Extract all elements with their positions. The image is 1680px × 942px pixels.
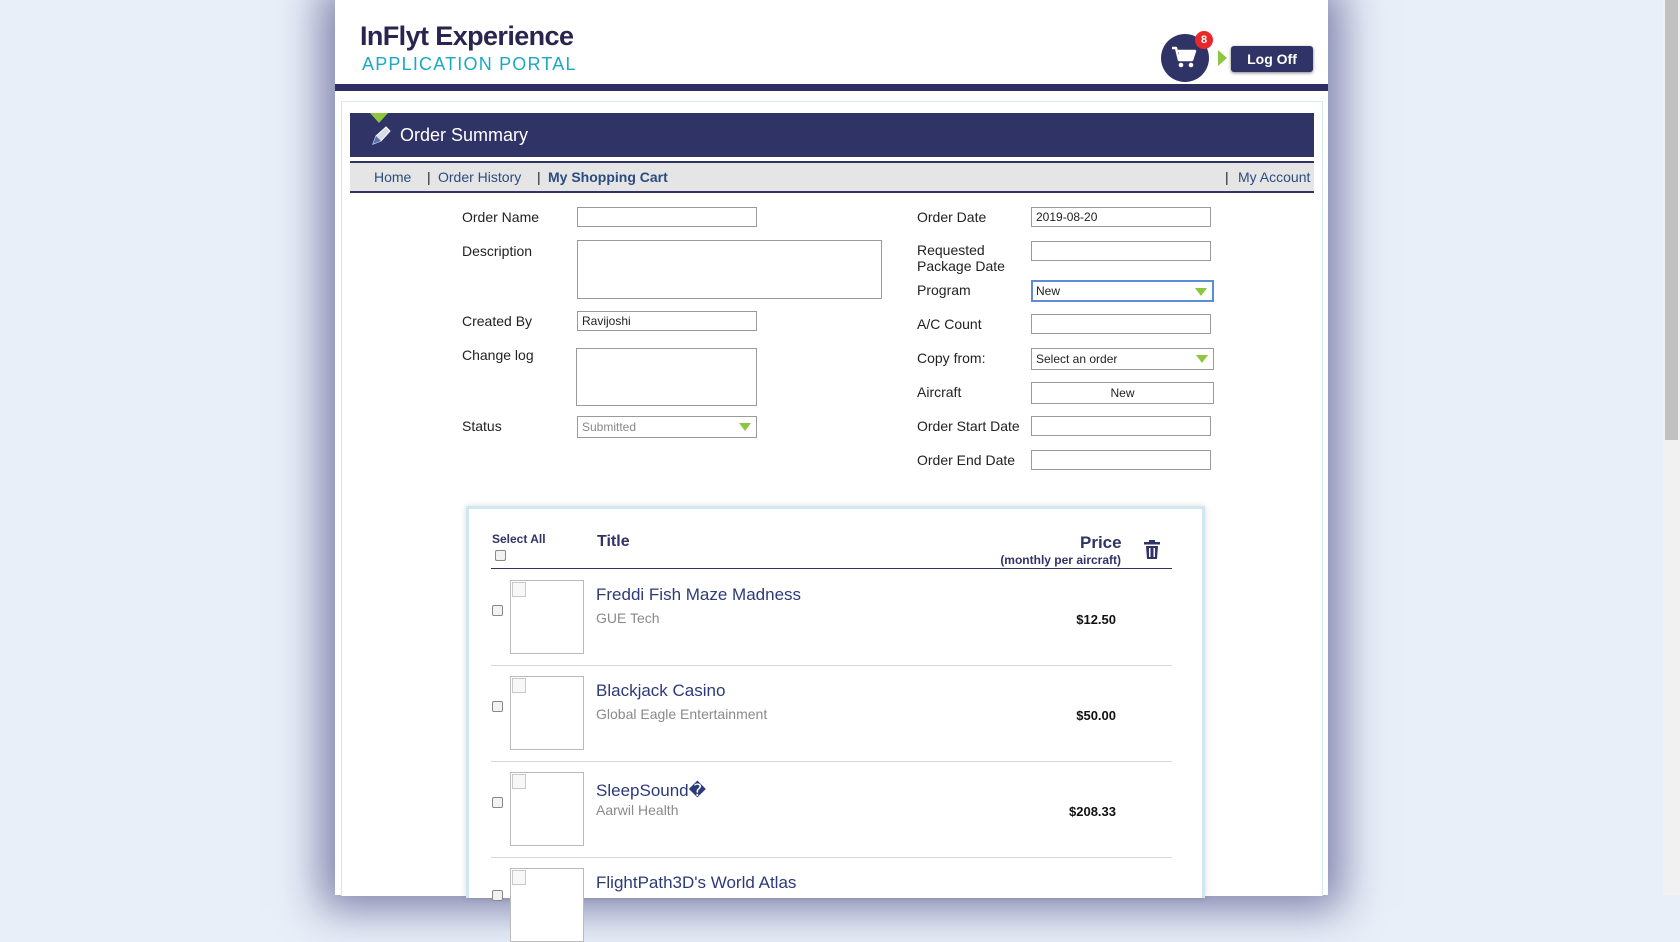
broken-image-icon: [512, 774, 526, 789]
nav-separator: |: [537, 169, 541, 185]
aircraft-label: Aircraft: [917, 384, 962, 400]
broken-image-icon: [512, 582, 526, 597]
item-vendor: Global Eagle Entertainment: [596, 706, 768, 722]
price-column-header: Price: [1080, 533, 1122, 552]
chevron-down-icon: [739, 423, 751, 431]
item-title[interactable]: FlightPath3D's World Atlas: [596, 873, 796, 893]
order-end-date-field[interactable]: [1031, 450, 1211, 470]
broken-image-icon: [512, 678, 526, 693]
program-select[interactable]: New: [1031, 280, 1214, 302]
copy-from-value: Select an order: [1036, 352, 1118, 366]
select-all-label: Select All: [492, 532, 546, 546]
item-title[interactable]: Blackjack Casino: [596, 681, 725, 701]
title-tab-marker: [370, 113, 388, 123]
created-by-field[interactable]: Ravijoshi: [577, 311, 757, 331]
row-divider: [491, 665, 1172, 666]
ac-count-field[interactable]: [1031, 314, 1211, 334]
broken-image-icon: [512, 870, 526, 885]
chevron-down-icon: [1195, 288, 1207, 296]
item-checkbox[interactable]: [492, 701, 503, 712]
status-label: Status: [462, 418, 502, 434]
select-all-checkbox[interactable]: [495, 550, 506, 561]
ac-count-label: A/C Count: [917, 316, 982, 332]
logoff-button[interactable]: Log Off: [1231, 46, 1313, 72]
nav-home[interactable]: Home: [374, 169, 411, 185]
item-thumbnail: [510, 772, 584, 846]
nav-separator: |: [1225, 169, 1229, 185]
cart-count-badge: 8: [1195, 31, 1213, 49]
requested-package-label-line2: Package Date: [917, 258, 1005, 274]
status-value: Submitted: [582, 420, 637, 434]
item-title[interactable]: SleepSound�: [596, 781, 706, 801]
copy-from-label: Copy from:: [917, 350, 986, 366]
program-label: Program: [917, 282, 971, 298]
nav-shopping-cart[interactable]: My Shopping Cart: [548, 169, 668, 185]
row-divider: [491, 857, 1172, 858]
description-label: Description: [462, 243, 533, 259]
change-log-label: Change log: [462, 347, 534, 363]
logo-subtitle: APPLICATION PORTAL: [362, 54, 577, 74]
order-name-label: Order Name: [462, 209, 540, 225]
item-thumbnail: [510, 580, 584, 654]
page-title: Order Summary: [400, 125, 529, 145]
shopping-cart-icon: [1172, 46, 1197, 68]
description-field[interactable]: [577, 240, 882, 299]
price-column-subheader: (monthly per aircraft): [1000, 553, 1121, 567]
header-divider: [335, 84, 1328, 91]
aircraft-new-button[interactable]: New: [1031, 382, 1214, 404]
created-by-label: Created By: [462, 313, 533, 329]
item-price: $50.00: [1076, 708, 1116, 723]
nav-my-account[interactable]: My Account: [1238, 169, 1310, 185]
nav-order-history[interactable]: Order History: [438, 169, 521, 185]
header-divider-line: [491, 568, 1172, 569]
copy-from-select[interactable]: Select an order: [1031, 348, 1214, 370]
order-start-date-field[interactable]: [1031, 416, 1211, 436]
item-thumbnail: [510, 868, 584, 942]
page-scrollbar-thumb[interactable]: [1665, 0, 1678, 440]
item-vendor: GUE Tech: [596, 610, 660, 626]
order-end-date-label: Order End Date: [917, 452, 1016, 468]
title-column-header: Title: [597, 533, 630, 550]
item-vendor: Aarwil Health: [596, 802, 679, 818]
status-select[interactable]: Submitted: [577, 416, 757, 438]
nav-bar: Home | Order History | My Shopping Cart …: [350, 161, 1314, 193]
order-name-field[interactable]: [577, 207, 757, 227]
order-date-field[interactable]: 2019-08-20: [1031, 207, 1211, 227]
pen-icon: [372, 126, 391, 145]
item-price: $208.33: [1069, 804, 1116, 819]
logo-title: InFlyt Experience: [360, 21, 574, 51]
chevron-down-icon: [1196, 355, 1208, 363]
program-value: New: [1036, 284, 1061, 298]
header: InFlyt Experience APPLICATION PORTAL 8 L…: [335, 0, 1328, 85]
requested-package-date-field[interactable]: [1031, 241, 1211, 261]
order-date-label: Order Date: [917, 209, 987, 225]
item-price: $12.50: [1076, 612, 1116, 627]
item-checkbox[interactable]: [492, 890, 503, 901]
requested-package-label-line1: Requested: [917, 242, 985, 258]
order-start-date-label: Order Start Date: [917, 418, 1020, 434]
item-thumbnail: [510, 676, 584, 750]
row-divider: [491, 761, 1172, 762]
item-title[interactable]: Freddi Fish Maze Madness: [596, 585, 801, 605]
trash-icon[interactable]: [1144, 540, 1160, 559]
item-checkbox[interactable]: [492, 605, 503, 616]
nav-separator: |: [427, 169, 431, 185]
item-checkbox[interactable]: [492, 797, 503, 808]
arrow-right-icon: [1218, 50, 1227, 66]
change-log-field[interactable]: [576, 348, 757, 406]
